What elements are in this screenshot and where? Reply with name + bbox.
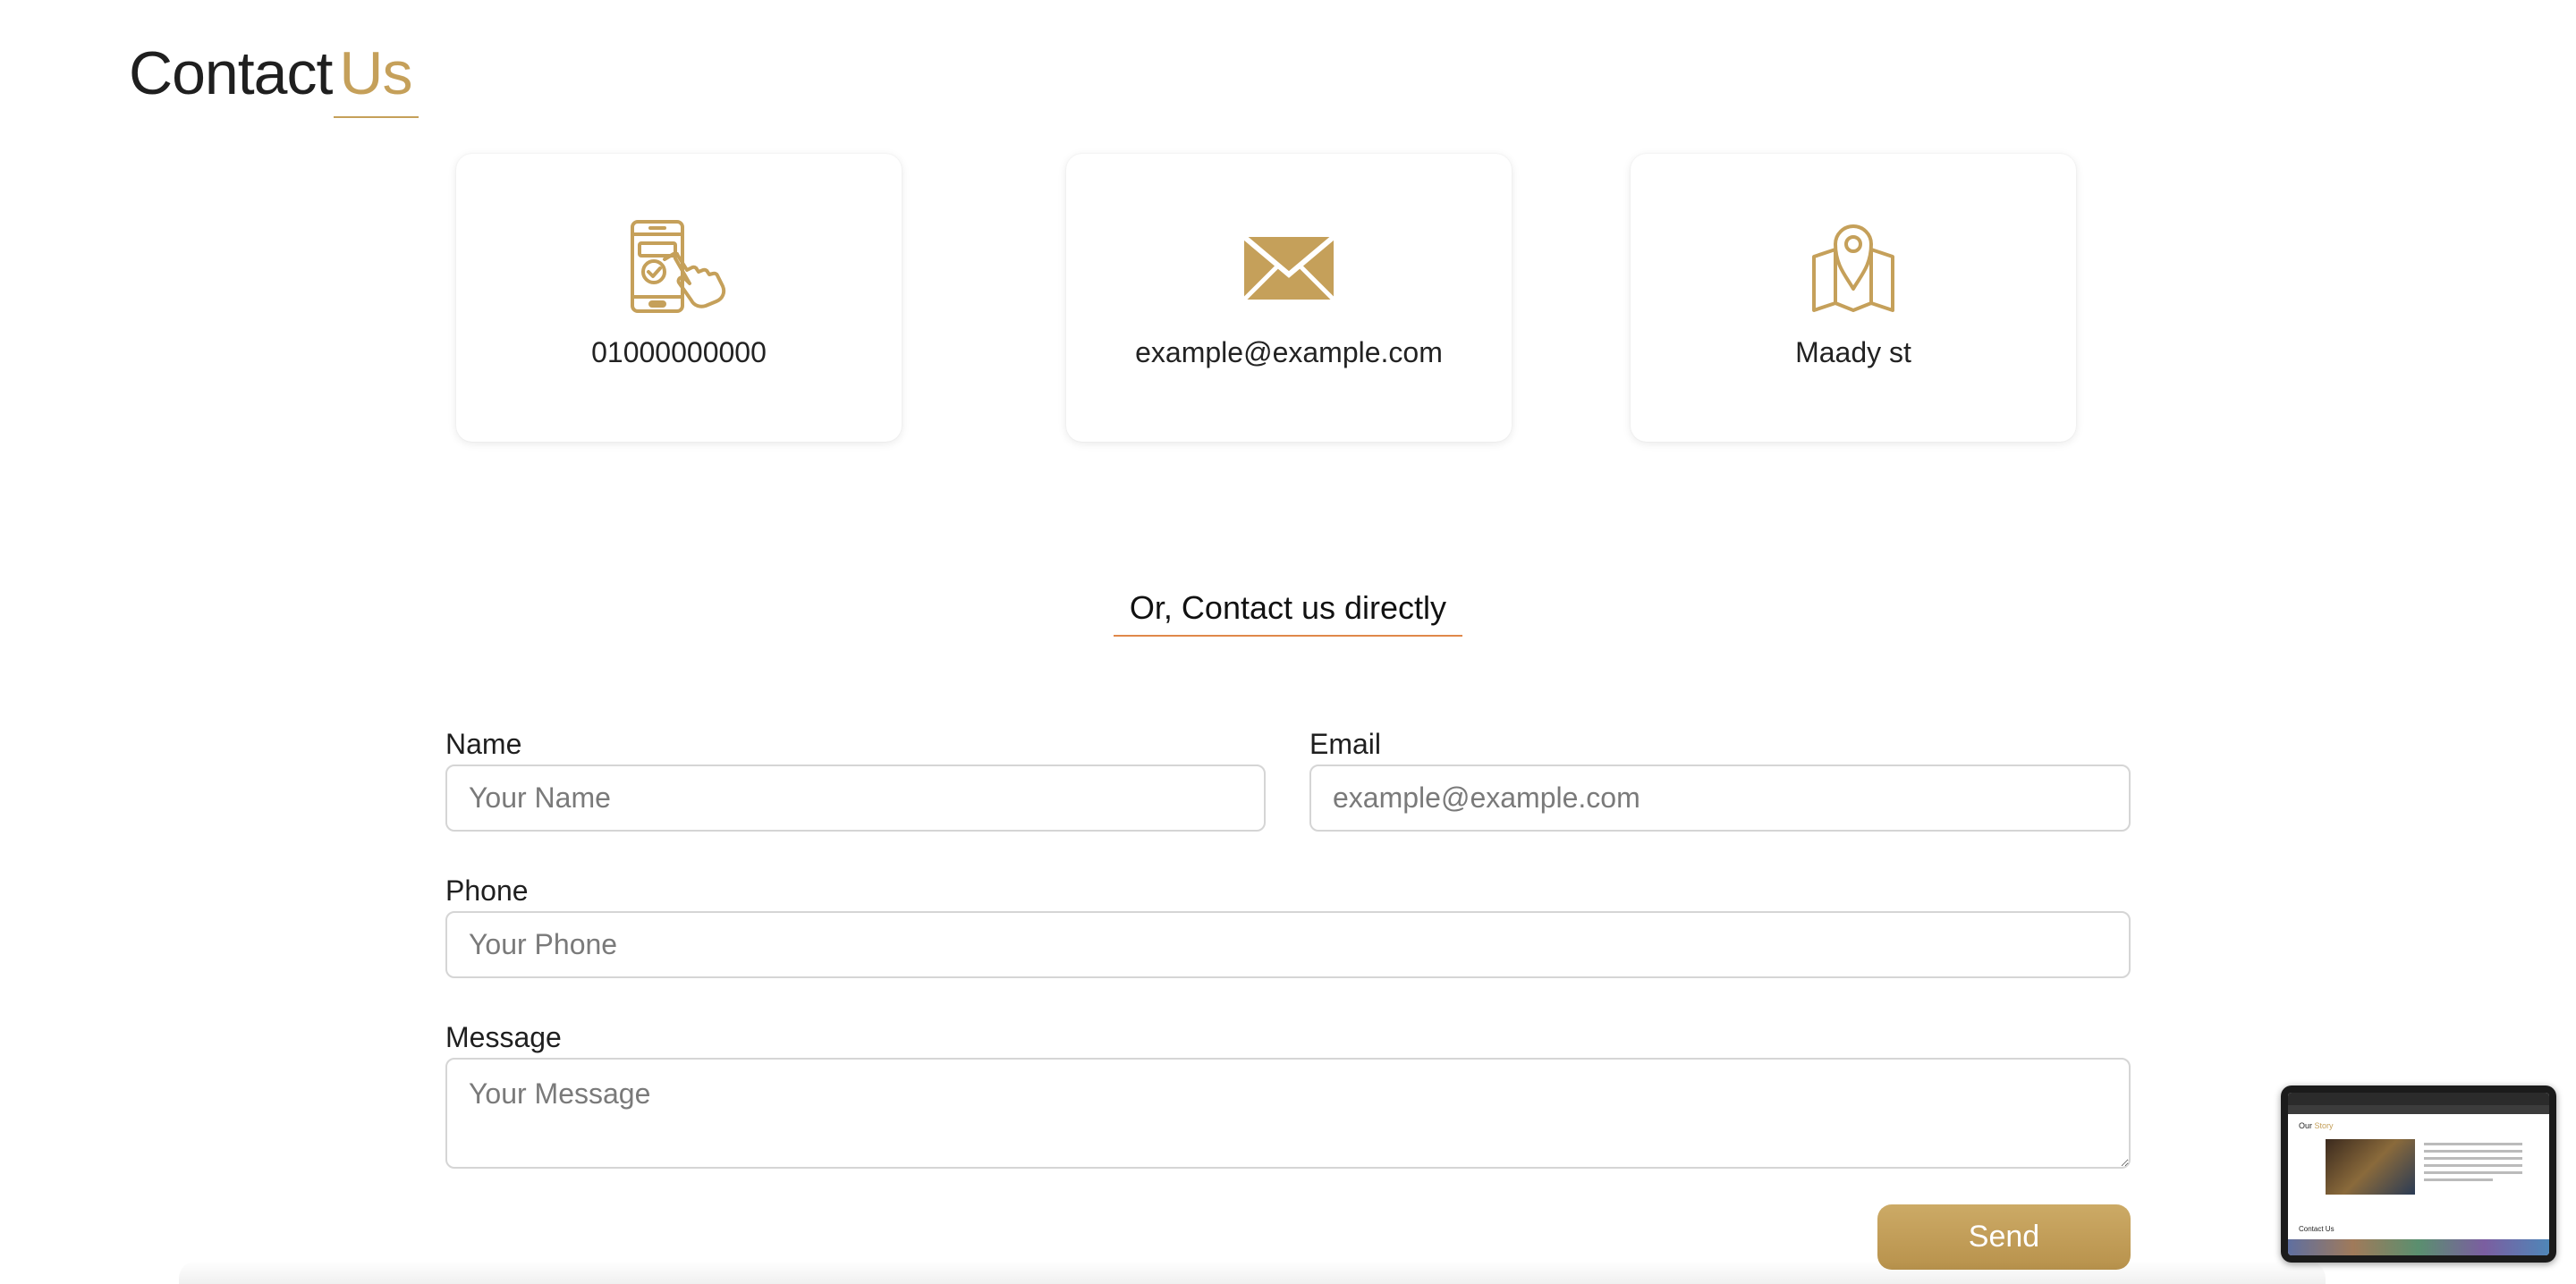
- name-label: Name: [445, 728, 522, 760]
- preview-address-bar: [2288, 1105, 2549, 1114]
- envelope-icon: [1235, 218, 1343, 317]
- phone-input[interactable]: [445, 911, 2131, 978]
- phone-number-text: 01000000000: [591, 336, 767, 368]
- email-label: Email: [1309, 728, 1382, 760]
- message-textarea[interactable]: [445, 1058, 2131, 1169]
- phone-label: Phone: [445, 874, 529, 907]
- bottom-shadow: [179, 1261, 2326, 1284]
- preview-contact-label: Contact Us: [2299, 1225, 2334, 1233]
- preview-menu-bar: [2288, 1093, 2549, 1105]
- phone-touch-icon: [625, 218, 733, 317]
- preview-dock: [2288, 1239, 2549, 1255]
- contact-card-phone: 01000000000: [456, 154, 902, 442]
- preview-text-lines: [2424, 1143, 2522, 1186]
- email-text: example@example.com: [1135, 336, 1443, 368]
- screenshot-preview-thumbnail[interactable]: Our Story Contact Us: [2281, 1085, 2556, 1263]
- email-input[interactable]: [1309, 764, 2131, 832]
- preview-screen: Our Story Contact Us: [2288, 1093, 2549, 1255]
- page-title: Contact Us: [129, 38, 419, 118]
- name-input[interactable]: [445, 764, 1266, 832]
- contact-form-heading: Or, Contact us directly: [1114, 583, 1462, 637]
- address-text: Maady st: [1795, 336, 1911, 368]
- contact-card-address: Maady st: [1631, 154, 2076, 442]
- map-pin-icon: [1800, 218, 1907, 317]
- preview-heading: Our Story: [2299, 1121, 2334, 1130]
- message-label: Message: [445, 1021, 562, 1053]
- page-title-part2: Us: [334, 39, 419, 118]
- page-title-part1: Contact: [129, 39, 333, 107]
- preview-photo: [2326, 1139, 2415, 1195]
- contact-card-email: example@example.com: [1066, 154, 1512, 442]
